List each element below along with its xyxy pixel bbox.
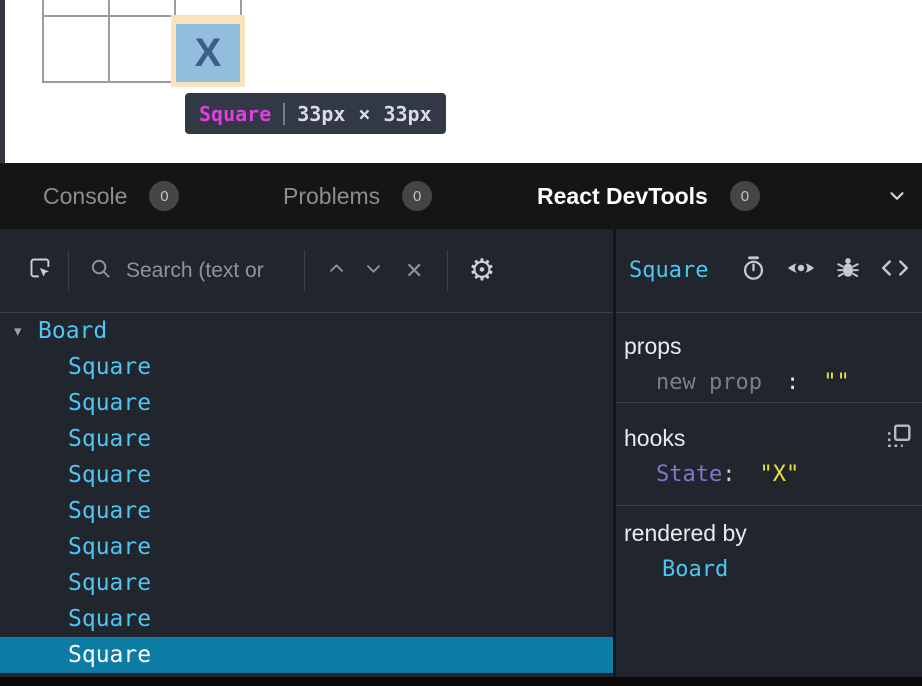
view-source-icon[interactable] bbox=[880, 255, 910, 286]
details-header: Square bbox=[616, 229, 922, 313]
hook-name: State bbox=[656, 462, 722, 487]
react-devtools-panel: ✕ ⚙ ▾ Board Square Square Square Square … bbox=[0, 229, 922, 677]
rendered-by-owner[interactable]: Board bbox=[624, 557, 922, 582]
hook-value[interactable]: "X" bbox=[759, 462, 799, 487]
debug-bug-icon[interactable] bbox=[835, 255, 861, 286]
board-square[interactable] bbox=[44, 17, 108, 81]
tree-item-label: Square bbox=[68, 390, 151, 416]
colon: : bbox=[722, 462, 735, 487]
hook-state-row[interactable]: State : "X" bbox=[624, 462, 922, 487]
tab-problems[interactable]: Problems 0 bbox=[283, 163, 432, 229]
colon: : bbox=[786, 370, 799, 395]
window-bottom-edge bbox=[0, 677, 922, 686]
search-prev-icon[interactable] bbox=[327, 259, 346, 283]
highlighted-board-square[interactable]: X bbox=[176, 24, 240, 82]
tree-item-square[interactable]: Square bbox=[0, 529, 613, 565]
new-prop-value-input[interactable]: "" bbox=[823, 370, 850, 395]
tree-item-square[interactable]: Square bbox=[0, 601, 613, 637]
new-prop-input[interactable]: new prop bbox=[656, 370, 762, 395]
board-square[interactable] bbox=[110, 17, 174, 81]
component-details-panel: Square bbox=[616, 229, 922, 677]
board-square[interactable] bbox=[44, 0, 108, 15]
tree-item-square[interactable]: Square bbox=[0, 385, 613, 421]
tooltip-width: 33px bbox=[297, 102, 345, 126]
tooltip-dimensions: 33px × 33px bbox=[297, 102, 431, 126]
tree-item-label: Square bbox=[68, 354, 151, 380]
tree-item-square[interactable]: Square bbox=[0, 421, 613, 457]
search-input[interactable] bbox=[126, 259, 298, 283]
multiply-glyph: × bbox=[358, 102, 370, 126]
tree-item-label: Square bbox=[68, 498, 151, 524]
board-square[interactable] bbox=[110, 0, 174, 15]
tab-react-devtools[interactable]: React DevTools 0 bbox=[537, 163, 760, 229]
tree-item-label: Square bbox=[68, 534, 151, 560]
props-title: props bbox=[624, 333, 922, 360]
search-next-icon[interactable] bbox=[364, 259, 383, 283]
expand-caret-icon[interactable]: ▾ bbox=[14, 322, 38, 340]
selected-component-name: Square bbox=[629, 258, 708, 283]
suspend-timer-icon[interactable] bbox=[740, 255, 767, 287]
components-tree-panel: ✕ ⚙ ▾ Board Square Square Square Square … bbox=[0, 229, 613, 677]
tree-item-label: Square bbox=[68, 642, 151, 668]
tree-item-label: Board bbox=[38, 318, 107, 344]
props-section: props new prop : "" bbox=[616, 313, 922, 403]
tree-item-square-selected[interactable]: Square bbox=[0, 637, 613, 673]
devtools-window: X Square 33px × 33px Console 0 Problems … bbox=[0, 0, 922, 686]
tab-console-label: Console bbox=[43, 183, 127, 210]
parse-hook-names-icon[interactable] bbox=[886, 423, 912, 454]
tree-item-label: Square bbox=[68, 570, 151, 596]
tree-toolbar: ✕ ⚙ bbox=[0, 229, 613, 313]
toolbar-divider bbox=[68, 250, 69, 292]
tree-item-board[interactable]: ▾ Board bbox=[0, 313, 613, 349]
tab-problems-label: Problems bbox=[283, 183, 380, 210]
toolbar-divider bbox=[447, 250, 448, 292]
details-header-icons bbox=[740, 253, 910, 288]
tree-item-square[interactable]: Square bbox=[0, 349, 613, 385]
clear-search-icon[interactable]: ✕ bbox=[405, 260, 423, 282]
inspect-dom-eye-icon[interactable] bbox=[786, 253, 816, 288]
tree-item-square[interactable]: Square bbox=[0, 493, 613, 529]
hooks-title: hooks bbox=[624, 425, 922, 452]
tree-item-label: Square bbox=[68, 426, 151, 452]
board-square[interactable] bbox=[176, 0, 240, 15]
tree-item-label: Square bbox=[68, 606, 151, 632]
tab-console-badge: 0 bbox=[149, 181, 179, 211]
inspect-highlight-overlay: X bbox=[171, 15, 245, 87]
toolbar-divider bbox=[304, 250, 305, 292]
tooltip-height: 33px bbox=[383, 102, 431, 126]
tooltip-divider bbox=[283, 103, 285, 125]
devtools-tabbar: Console 0 Problems 0 React DevTools 0 bbox=[0, 163, 922, 229]
inspect-element-icon[interactable] bbox=[27, 255, 54, 287]
inspect-size-tooltip: Square 33px × 33px bbox=[185, 93, 446, 134]
search-icon bbox=[89, 257, 112, 285]
page-viewport: X Square 33px × 33px bbox=[0, 0, 922, 163]
window-edge bbox=[0, 0, 5, 163]
tab-problems-badge: 0 bbox=[402, 181, 432, 211]
tab-react-devtools-label: React DevTools bbox=[537, 183, 708, 210]
component-tree: ▾ Board Square Square Square Square Squa… bbox=[0, 313, 613, 677]
tree-item-square[interactable]: Square bbox=[0, 565, 613, 601]
tab-react-devtools-badge: 0 bbox=[730, 181, 760, 211]
tab-console[interactable]: Console 0 bbox=[43, 163, 179, 229]
gear-icon[interactable]: ⚙ bbox=[468, 256, 495, 286]
new-prop-row[interactable]: new prop : "" bbox=[624, 370, 922, 395]
tree-item-label: Square bbox=[68, 462, 151, 488]
chevron-down-icon[interactable] bbox=[886, 185, 908, 212]
rendered-by-title: rendered by bbox=[624, 520, 922, 547]
tree-item-square[interactable]: Square bbox=[0, 457, 613, 493]
hooks-section: hooks State : "X" bbox=[616, 403, 922, 506]
tooltip-component-name: Square bbox=[199, 102, 271, 126]
rendered-by-section: rendered by Board bbox=[616, 506, 922, 677]
